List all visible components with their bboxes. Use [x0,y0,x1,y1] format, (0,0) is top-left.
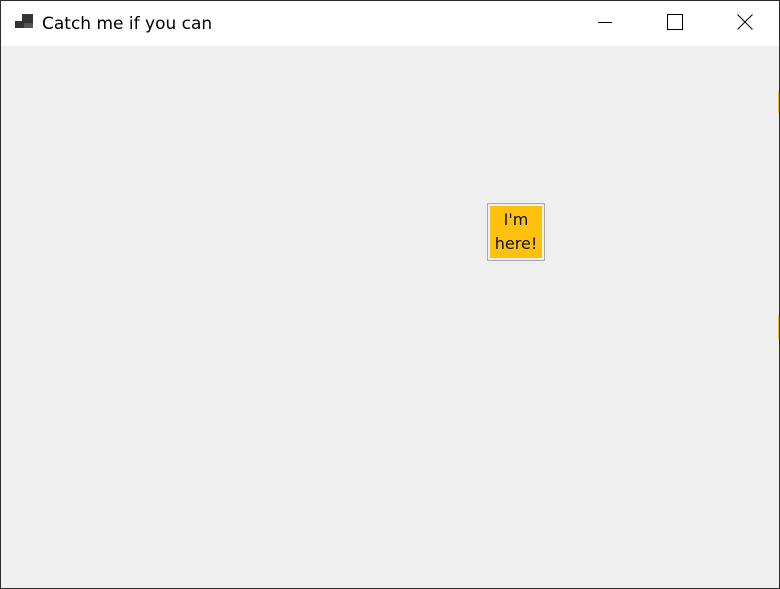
close-button[interactable] [710,1,779,46]
maximize-icon [667,13,683,34]
catch-me-button-label: I'm here! [494,210,538,253]
app-window: Catch me if you can I'm here! [0,0,780,589]
window-title: Catch me if you can [42,14,213,34]
window-app-icon [15,14,35,32]
minimize-button[interactable] [570,1,640,46]
maximize-button[interactable] [640,1,710,46]
close-icon [737,13,753,34]
minimize-icon [597,14,613,34]
catch-me-button[interactable]: I'm here! [487,203,545,261]
client-area: I'm here! [1,46,779,588]
title-bar[interactable]: Catch me if you can [1,1,779,46]
